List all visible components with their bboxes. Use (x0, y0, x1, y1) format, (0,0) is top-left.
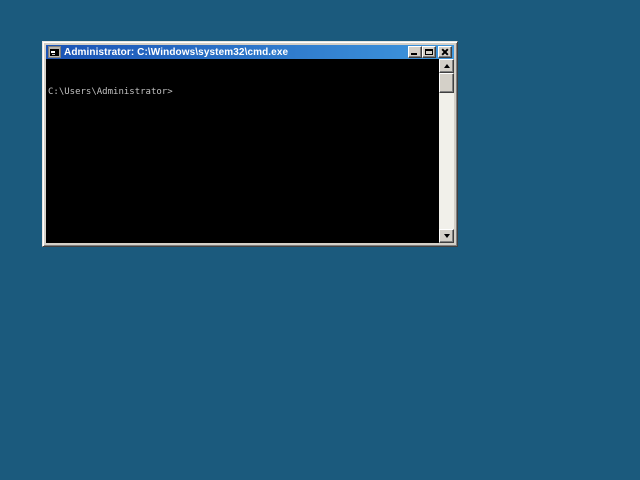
cmd-icon-cursor-mark (52, 54, 55, 55)
minimize-button[interactable] (408, 46, 422, 58)
cmd-icon (48, 46, 61, 58)
scrollbar-track[interactable] (439, 93, 454, 229)
window-body: C:\Users\Administrator> (46, 59, 454, 243)
window-controls (408, 46, 452, 58)
close-icon (439, 47, 451, 57)
minimize-icon (411, 53, 417, 55)
desktop: Administrator: C:\Windows\system32\cmd.e… (0, 0, 640, 480)
titlebar[interactable]: Administrator: C:\Windows\system32\cmd.e… (46, 45, 454, 59)
window-title: Administrator: C:\Windows\system32\cmd.e… (64, 46, 289, 58)
vertical-scrollbar[interactable] (439, 59, 454, 243)
maximize-button[interactable] (422, 46, 436, 58)
cmd-window: Administrator: C:\Windows\system32\cmd.e… (42, 41, 458, 247)
close-button[interactable] (438, 46, 452, 58)
maximize-icon (425, 49, 433, 55)
console-output[interactable]: C:\Users\Administrator> (46, 59, 439, 243)
scrollbar-thumb[interactable] (439, 73, 454, 93)
console-prompt-line: C:\Users\Administrator> (48, 87, 173, 97)
arrow-down-icon (443, 234, 450, 238)
scroll-down-button[interactable] (439, 229, 454, 243)
cmd-icon-prompt-mark (51, 51, 55, 53)
arrow-up-icon (443, 64, 450, 68)
scroll-up-button[interactable] (439, 59, 454, 73)
